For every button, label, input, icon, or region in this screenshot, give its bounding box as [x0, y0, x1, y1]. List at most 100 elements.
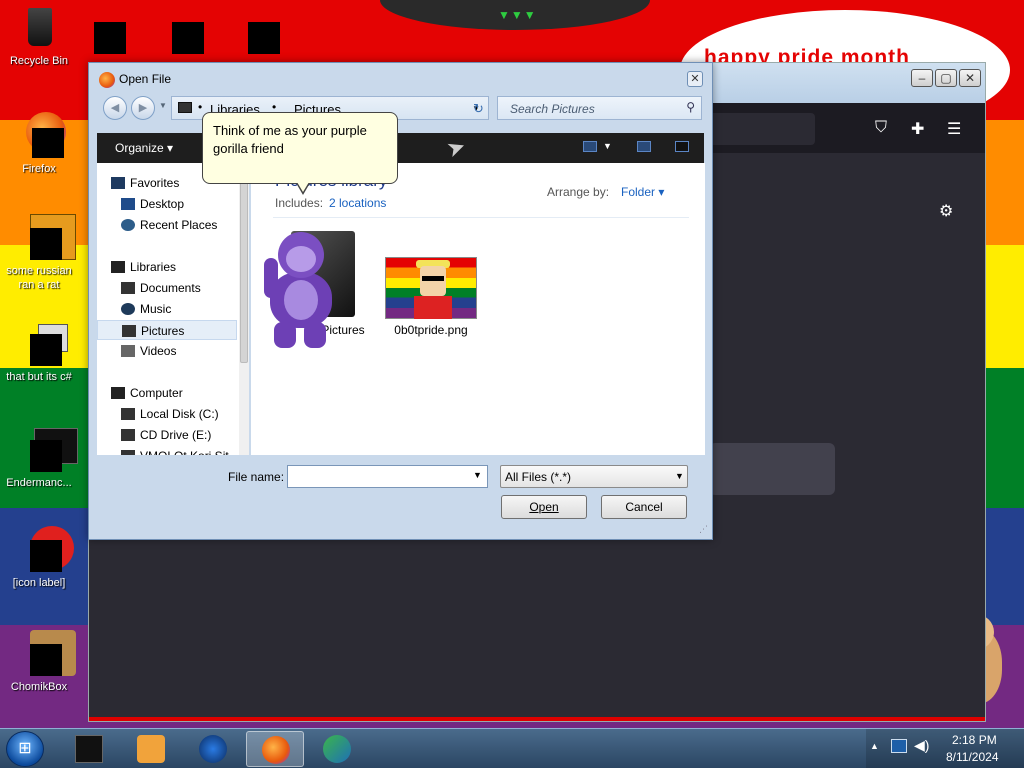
taskbar-item-browser[interactable] [184, 731, 242, 767]
nav-label: Desktop [140, 197, 185, 211]
taskbar-item-media-player[interactable] [122, 731, 180, 767]
forward-button[interactable]: ▶ [131, 96, 155, 120]
recent-pages-dropdown-icon[interactable]: ▼ [159, 101, 167, 110]
taskbar-item-firefox[interactable] [246, 731, 304, 767]
nav-label: VMOLOt Kori Sit [140, 446, 229, 455]
redacted-icon[interactable] [248, 22, 280, 54]
includes-locations-link[interactable]: 2 locations [329, 196, 386, 210]
search-placeholder: Search Pictures [510, 102, 595, 116]
desktop-icon-endermanch[interactable]: Endermanc... [0, 426, 78, 490]
file-name-input[interactable] [287, 465, 488, 488]
help-icon[interactable] [675, 141, 689, 152]
nav-item-vm-share[interactable]: VMOLOt Kori Sit [97, 446, 237, 455]
pocket-icon[interactable]: ⛉ [875, 119, 887, 137]
arrange-by-dropdown[interactable]: Folder ▾ [621, 185, 664, 199]
search-icon[interactable]: ⚲ [686, 100, 695, 114]
cd-icon [121, 429, 135, 441]
file-item-0b0tpride[interactable]: 0b0tpride.png [381, 231, 481, 337]
chevron-down-icon[interactable]: ▼ [473, 470, 482, 480]
document-icon [121, 282, 135, 294]
video-icon [121, 345, 135, 357]
nav-item-videos[interactable]: Videos [97, 341, 237, 361]
nav-item-computer[interactable]: Computer [97, 383, 237, 403]
extensions-icon[interactable]: ✚ [911, 119, 924, 139]
arrange-by-label: Arrange by: [547, 185, 610, 199]
desktop-icon-chomikbox[interactable]: ChomikBox [0, 630, 78, 694]
clock-date[interactable]: 8/11/2024 [946, 750, 999, 764]
desktop-icon-csharp[interactable]: that but its c# [0, 320, 78, 384]
nav-label: Documents [140, 281, 201, 295]
organize-button[interactable]: Organize ▾ [115, 141, 173, 155]
firefox-icon [99, 72, 115, 88]
music-icon [121, 303, 135, 315]
green-dots-icon: ▼▼▼ [498, 8, 537, 22]
taskbar-item-download-manager[interactable] [308, 731, 366, 767]
open-button-label: Open [529, 500, 559, 514]
organize-label: Organize [115, 141, 164, 155]
close-button[interactable]: ✕ [687, 71, 703, 87]
media-player-icon [137, 735, 165, 763]
cancel-button-label: Cancel [625, 500, 663, 514]
clock-time[interactable]: 2:18 PM [952, 733, 997, 747]
resize-grip-icon[interactable]: ⋰ [699, 524, 708, 535]
scrollbar-thumb[interactable] [240, 173, 248, 363]
nav-label: Videos [140, 344, 177, 358]
redacted-icon[interactable] [94, 22, 126, 54]
show-hidden-icons-icon[interactable]: ▲ [870, 741, 879, 751]
nav-item-cd-drive[interactable]: CD Drive (E:) [97, 425, 237, 445]
nav-item-local-disk[interactable]: Local Disk (C:) [97, 404, 237, 424]
open-button[interactable]: Open [501, 495, 587, 519]
firefox-bottom-line [89, 717, 985, 721]
nav-item-documents[interactable]: Documents [97, 278, 237, 298]
nav-scrollbar[interactable] [239, 163, 249, 455]
file-name: 0b0tpride.png [394, 323, 468, 337]
maximize-button[interactable]: ▢ [935, 69, 957, 87]
chevron-down-icon[interactable]: ▼ [603, 141, 612, 151]
file-name-label: File name: [228, 470, 285, 484]
refresh-icon[interactable]: ↻ [473, 101, 484, 117]
close-button[interactable]: ✕ [959, 69, 981, 87]
system-tray [866, 729, 1024, 768]
back-button[interactable]: ◀ [103, 96, 127, 120]
nav-label: Recent Places [140, 218, 218, 232]
purple-gorilla-assistant[interactable] [262, 222, 338, 352]
breadcrumb-separator: • [198, 100, 203, 114]
desktop-icon-russian-rat[interactable]: some russian ran a rat [0, 214, 78, 292]
network-icon[interactable] [891, 739, 907, 753]
minimize-button[interactable]: – [911, 69, 933, 87]
desktop-icon-firefox[interactable]: Firefox [0, 112, 78, 176]
nav-item-recent-places[interactable]: Recent Places [97, 215, 237, 235]
start-button[interactable]: ⊞ [6, 731, 44, 767]
computer-icon [111, 387, 125, 399]
nav-label: Computer [130, 386, 183, 400]
includes-label: Includes: [275, 196, 324, 210]
taskbar-item-terminal[interactable] [60, 731, 118, 767]
firefox-url-bar[interactable] [709, 113, 815, 145]
chevron-down-icon[interactable]: ▼ [675, 471, 684, 481]
nav-item-pictures[interactable]: Pictures [97, 320, 237, 340]
nav-item-music[interactable]: Music [97, 299, 237, 319]
file-type-select[interactable]: All Files (*.*) [500, 465, 688, 488]
menu-icon[interactable]: ☰ [947, 119, 961, 139]
search-input[interactable]: Search Pictures ⚲ [497, 96, 702, 120]
nav-item-desktop[interactable]: Desktop [97, 194, 237, 214]
redacted-icon[interactable] [172, 22, 204, 54]
gear-icon[interactable]: ⚙ [939, 201, 953, 221]
volume-icon[interactable]: ◀) [914, 737, 929, 754]
nav-label: CD Drive (E:) [140, 428, 212, 442]
globe-icon [199, 735, 227, 763]
terminal-icon [75, 735, 103, 763]
open-file-dialog: Open File ✕ ◀ ▶ ▼ • Libraries • Pictures… [88, 62, 713, 540]
desktop-icon-recycle-bin[interactable]: Recycle Bin [0, 4, 78, 68]
cancel-button[interactable]: Cancel [601, 495, 687, 519]
nav-item-libraries[interactable]: Libraries [97, 257, 237, 277]
nav-label: Pictures [141, 324, 185, 338]
pictures-icon [122, 325, 136, 337]
opera-icon [16, 526, 74, 572]
disk-icon [121, 408, 135, 420]
firefox-icon [16, 112, 66, 158]
desktop-icon-label: that but its c# [6, 371, 72, 383]
preview-pane-icon[interactable] [637, 141, 651, 152]
desktop-icon-none-of-you[interactable]: [icon label] [0, 526, 78, 590]
view-options-icon[interactable] [583, 141, 597, 152]
